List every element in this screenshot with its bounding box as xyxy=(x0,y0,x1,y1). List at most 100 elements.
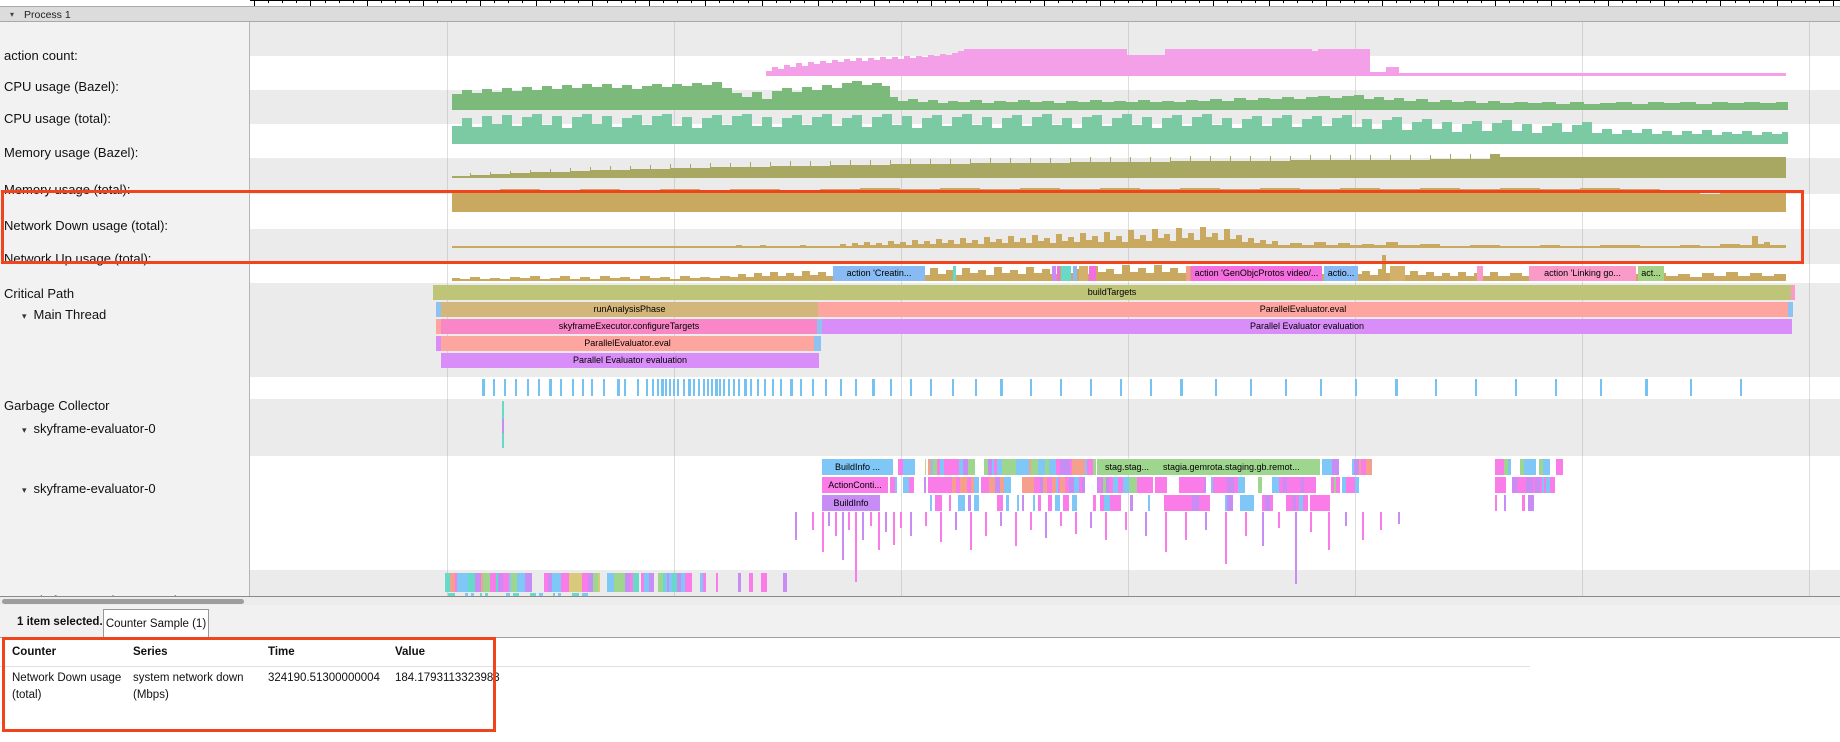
gc-event-tick[interactable] xyxy=(572,379,574,396)
cpu-heavy-slice[interactable] xyxy=(569,573,576,592)
skyframe2-slice[interactable] xyxy=(1303,495,1308,511)
gc-event-tick[interactable] xyxy=(527,379,529,396)
slice-drip[interactable] xyxy=(1245,512,1247,536)
main-thread-slice[interactable] xyxy=(814,336,821,351)
sidebar-track-1[interactable]: CPU usage (Bazel): xyxy=(4,79,119,94)
gc-event-tick[interactable] xyxy=(665,379,667,396)
skyframe2-named-slice[interactable]: ActionConti... xyxy=(822,477,888,493)
skyframe2-slice[interactable] xyxy=(1238,477,1245,493)
sidebar-track-11[interactable]: ▾skyframe-evaluator-0 xyxy=(22,481,156,496)
gc-event-tick[interactable] xyxy=(677,379,679,396)
skyframe2-slice[interactable] xyxy=(1006,495,1009,511)
counter-chart-memory-usage-total-[interactable] xyxy=(452,188,1786,212)
skyframe2-slice[interactable] xyxy=(1272,477,1279,493)
critical-path-slice[interactable] xyxy=(1079,266,1088,281)
skyframe2-slice[interactable] xyxy=(1160,477,1167,493)
gc-event-tick[interactable] xyxy=(757,379,759,396)
skyframe2-slice[interactable] xyxy=(974,477,979,493)
cpu-heavy-slice[interactable] xyxy=(552,573,559,592)
skyframe2-slice[interactable] xyxy=(1082,477,1085,493)
skyframe2-slice[interactable] xyxy=(1033,495,1035,511)
gc-event-tick[interactable] xyxy=(1600,379,1602,396)
skyframe2-slice[interactable] xyxy=(1550,477,1555,493)
skyframe2-slice[interactable] xyxy=(1258,477,1262,493)
cpu-heavy-slice[interactable] xyxy=(649,573,654,592)
cpu-heavy-slice[interactable] xyxy=(716,573,718,592)
skyframe2-slice[interactable] xyxy=(1022,459,1029,475)
skyframe2-slice[interactable] xyxy=(1072,495,1077,511)
skyframe2-slice[interactable] xyxy=(1114,495,1121,511)
critical-path-slice[interactable]: action 'GenObjcProtos video/... xyxy=(1191,266,1322,281)
gc-event-tick[interactable] xyxy=(890,379,892,396)
tab-counter-sample[interactable]: Counter Sample (1) xyxy=(103,609,209,639)
skyframe2-named-slice[interactable]: BuildInfo xyxy=(822,495,880,511)
slice-drip[interactable] xyxy=(1262,512,1264,546)
sidebar-track-3[interactable]: Memory usage (Bazel): xyxy=(4,145,138,160)
slice-drip[interactable] xyxy=(1398,512,1400,524)
skyframe2-slice[interactable] xyxy=(1022,495,1024,511)
skyframe1-slice[interactable] xyxy=(502,401,504,419)
critical-path-slice[interactable]: actio... xyxy=(1324,266,1358,281)
slice-drip[interactable] xyxy=(900,512,902,528)
slice-drip[interactable] xyxy=(822,512,824,552)
main-thread-slice[interactable]: Parallel Evaluator evaluation xyxy=(441,353,819,368)
gc-event-tick[interactable] xyxy=(560,379,562,396)
slice-drip[interactable] xyxy=(1310,512,1312,532)
slice-drip[interactable] xyxy=(828,512,830,526)
gc-event-tick[interactable] xyxy=(872,379,875,396)
skyframe2-slice[interactable] xyxy=(968,495,971,511)
cpu-heavy-slice[interactable] xyxy=(703,573,706,592)
sidebar-track-0[interactable]: action count: xyxy=(4,48,78,63)
gc-event-tick[interactable] xyxy=(733,379,735,396)
gc-event-tick[interactable] xyxy=(1515,379,1517,396)
cpu-heavy-slice[interactable] xyxy=(483,573,490,592)
gc-event-tick[interactable] xyxy=(1355,379,1357,396)
gc-event-tick[interactable] xyxy=(504,379,506,396)
critical-path-slice[interactable] xyxy=(1052,266,1056,281)
skyframe2-slice[interactable] xyxy=(974,495,979,511)
gc-event-tick[interactable] xyxy=(698,379,700,396)
gc-event-tick[interactable] xyxy=(603,379,605,396)
skyframe2-slice[interactable] xyxy=(1149,477,1153,493)
main-thread-slice[interactable]: skyframeExecutor.configureTargets xyxy=(441,319,817,334)
gc-event-tick[interactable] xyxy=(646,379,648,396)
gc-event-tick[interactable] xyxy=(930,379,932,396)
slice-drip[interactable] xyxy=(862,512,864,540)
slice-drip[interactable] xyxy=(1345,512,1347,526)
gc-event-tick[interactable] xyxy=(669,379,671,396)
critical-path-slice[interactable] xyxy=(1089,266,1096,281)
slice-drip[interactable] xyxy=(870,512,872,526)
gc-event-tick[interactable] xyxy=(790,379,793,396)
counter-chart-memory-usage-bazel-[interactable] xyxy=(452,154,1786,178)
critical-path-slice[interactable] xyxy=(1073,266,1077,281)
slice-drip[interactable] xyxy=(812,512,814,530)
gc-event-tick[interactable] xyxy=(764,379,766,396)
slice-drip[interactable] xyxy=(1362,512,1364,540)
cpu-heavy-slice[interactable] xyxy=(738,573,741,592)
cpu-heavy-slice[interactable] xyxy=(749,573,753,592)
skyframe2-slice[interactable] xyxy=(1366,459,1372,475)
skyframe2-slice[interactable] xyxy=(949,495,951,511)
skyframe2-slice[interactable] xyxy=(997,495,1003,511)
skyframe2-slice[interactable] xyxy=(1006,477,1011,493)
skyframe2-slice[interactable] xyxy=(1055,495,1060,511)
skyframe2-slice[interactable] xyxy=(1519,477,1526,493)
gc-event-tick[interactable] xyxy=(780,379,782,396)
gc-event-tick[interactable] xyxy=(1475,379,1477,396)
skyframe2-slice[interactable] xyxy=(1502,477,1506,493)
gc-event-tick[interactable] xyxy=(1090,379,1092,396)
skyframe2-slice[interactable] xyxy=(931,477,938,493)
skyframe2-slice[interactable] xyxy=(903,459,910,475)
gc-event-tick[interactable] xyxy=(1395,379,1398,396)
gc-event-tick[interactable] xyxy=(1180,379,1183,396)
gc-event-tick[interactable] xyxy=(657,379,659,396)
slice-drip[interactable] xyxy=(1145,512,1147,536)
skyframe2-slice[interactable] xyxy=(1192,495,1199,511)
skyframe2-named-slice[interactable]: BuildInfo ... xyxy=(822,459,893,475)
slice-drip[interactable] xyxy=(1380,512,1382,530)
gc-event-tick[interactable] xyxy=(738,379,740,396)
skyframe2-slice[interactable] xyxy=(1093,495,1096,511)
slice-drip[interactable] xyxy=(1225,512,1227,564)
gc-event-tick[interactable] xyxy=(617,379,620,396)
main-thread-slice[interactable]: ParallelEvaluator.eval xyxy=(441,336,814,351)
